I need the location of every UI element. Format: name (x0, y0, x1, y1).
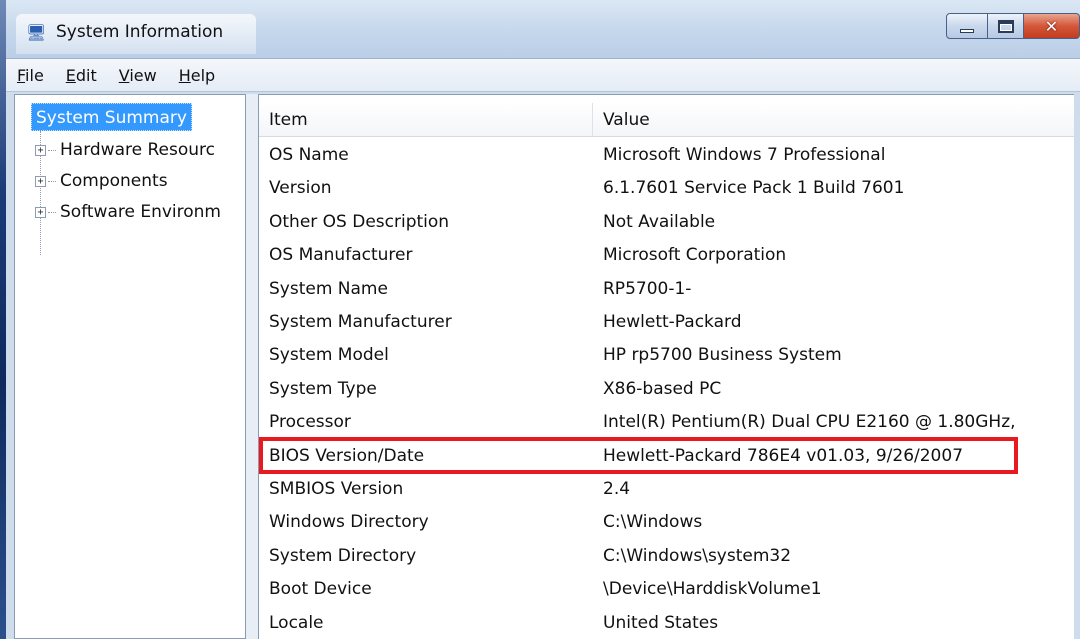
tree-item-hardware-resources[interactable]: + Hardware Resourc (35, 137, 215, 163)
tree-item-system-summary[interactable]: System Summary (31, 103, 192, 131)
table-row[interactable]: Processor Intel(R) Pentium(R) Dual CPU E2… (259, 406, 1074, 439)
minimize-icon (960, 29, 974, 33)
row-item: Version (269, 178, 332, 199)
table-row[interactable]: System Model HP rp5700 Business System (259, 339, 1074, 372)
row-item: Processor (269, 412, 351, 433)
row-value: \Device\HarddiskVolume1 (603, 579, 822, 600)
tree-item-label: Software Environm (60, 202, 221, 222)
table-row[interactable]: Boot Device \Device\HarddiskVolume1 (259, 573, 1074, 606)
row-value: X86-based PC (603, 378, 722, 399)
row-value: United States (603, 612, 719, 633)
row-value: 2.4 (603, 479, 631, 499)
list-header: Item Value (259, 103, 1074, 137)
menu-view[interactable]: View (116, 64, 160, 87)
row-item: Other OS Description (269, 211, 450, 232)
table-row[interactable]: Locale United States (259, 607, 1074, 639)
maximize-icon (997, 19, 1014, 33)
row-value: Intel(R) Pentium(R) Dual CPU E2160 @ 1.8… (603, 412, 1016, 433)
row-value: Microsoft Corporation (603, 245, 787, 266)
row-item: OS Name (269, 145, 349, 165)
menu-bar: File Edit View Help (6, 58, 1080, 92)
row-value: RP5700-1- (603, 278, 692, 299)
summary-list: Item Value OS Name Microsoft Windows 7 Pr… (258, 94, 1074, 639)
category-tree[interactable]: System Summary + Hardware Resourc + Compon… (14, 94, 246, 639)
row-item: System Name (269, 278, 388, 299)
highlight-box (259, 437, 1018, 474)
row-value: Hewlett-Packard (603, 312, 742, 332)
row-value: Microsoft Windows 7 Professional (603, 145, 886, 165)
menu-help[interactable]: Help (176, 64, 218, 87)
minimize-button[interactable] (946, 13, 988, 39)
row-value: Not Available (603, 211, 716, 232)
row-item: SMBIOS Version (269, 479, 404, 499)
column-header-item[interactable]: Item (259, 103, 593, 137)
row-value: C:\Windows (603, 512, 703, 533)
tree-item-software-environment[interactable]: + Software Environm (35, 199, 221, 225)
expand-icon[interactable]: + (35, 206, 46, 218)
row-value: HP rp5700 Business System (603, 345, 842, 366)
expand-icon[interactable]: + (35, 175, 46, 187)
expand-icon[interactable]: + (35, 144, 46, 156)
row-value: C:\Windows\system32 (603, 545, 792, 566)
menu-edit[interactable]: Edit (63, 64, 100, 87)
table-row[interactable]: SMBIOS Version 2.4 (259, 473, 1074, 506)
table-row[interactable]: Windows Directory C:\Windows (259, 506, 1074, 539)
window-title: System Information (56, 22, 224, 42)
title-bar[interactable]: 🖥 System Information ✕ (6, 0, 1080, 62)
tree-item-label: Components (60, 171, 168, 191)
table-row[interactable]: System Name RP5700-1- (259, 273, 1074, 306)
table-row[interactable]: OS Manufacturer Microsoft Corporation (259, 239, 1074, 272)
tree-item-components[interactable]: + Components (35, 168, 168, 194)
menu-file[interactable]: File (14, 64, 47, 87)
row-item: Windows Directory (269, 512, 429, 533)
close-button[interactable]: ✕ (1024, 13, 1080, 39)
row-item: System Type (269, 378, 377, 399)
table-row[interactable]: Other OS Description Not Available (259, 206, 1074, 239)
maximize-button[interactable] (988, 13, 1024, 39)
system-info-icon: 🖥 (26, 23, 47, 42)
row-item: Locale (269, 612, 324, 633)
row-item: System Directory (269, 545, 417, 566)
pane-splitter[interactable] (246, 94, 258, 639)
row-value: 6.1.7601 Service Pack 1 Build 7601 (603, 178, 905, 199)
tree-item-label: Hardware Resourc (60, 140, 215, 160)
row-item: OS Manufacturer (269, 245, 413, 266)
column-header-value[interactable]: Value (593, 103, 1074, 137)
content-area: System Summary + Hardware Resourc + Compon… (14, 94, 1074, 639)
row-item: System Model (269, 345, 389, 366)
row-item: System Manufacturer (269, 312, 452, 332)
table-row[interactable]: System Type X86-based PC (259, 373, 1074, 406)
table-row[interactable]: System Directory C:\Windows\system32 (259, 540, 1074, 573)
table-row[interactable]: System Manufacturer Hewlett-Packard (259, 306, 1074, 339)
table-row[interactable]: Version 6.1.7601 Service Pack 1 Build 760… (259, 172, 1074, 205)
table-row[interactable]: OS Name Microsoft Windows 7 Professional (259, 139, 1074, 172)
row-item: Boot Device (269, 579, 372, 600)
close-icon: ✕ (1044, 16, 1059, 36)
